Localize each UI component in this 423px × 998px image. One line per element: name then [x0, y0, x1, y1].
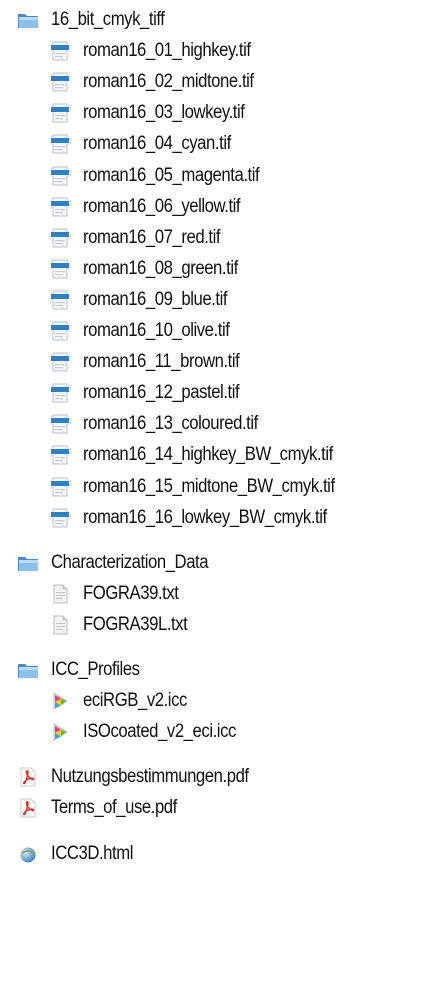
file-item[interactable]: roman16_08_green.tif	[49, 253, 259, 285]
file-item-label: Terms_of_use.pdf	[51, 797, 177, 819]
file-item[interactable]: roman16_16_lowkey_BW_cmyk.tif	[49, 502, 360, 534]
tif-file-icon	[49, 413, 71, 435]
file-item[interactable]: roman16_15_midtone_BW_cmyk.tif	[49, 471, 369, 503]
file-item-label: roman16_03_lowkey.tif	[83, 102, 245, 124]
file-item-label: roman16_01_highkey.tif	[83, 40, 251, 62]
folder-item-label: ICC_Profiles	[51, 659, 140, 680]
file-item[interactable]: roman16_11_brown.tif	[49, 346, 261, 378]
tif-file-icon	[49, 507, 71, 529]
file-item-label: roman16_07_red.tif	[83, 226, 221, 248]
file-item[interactable]: roman16_13_coloured.tif	[49, 408, 282, 440]
file-item[interactable]: Terms_of_use.pdf	[17, 792, 194, 824]
file-item[interactable]: roman16_04_cyan.tif	[49, 128, 251, 160]
file-item-label: FOGRA39.txt	[83, 582, 179, 604]
file-item[interactable]: roman16_07_red.tif	[49, 222, 239, 254]
folder-item-label: 16_bit_cmyk_tiff	[51, 9, 165, 30]
file-item[interactable]: Nutzungsbestimmungen.pdf	[17, 761, 276, 793]
tif-file-icon	[49, 289, 71, 311]
tif-file-icon	[49, 196, 71, 218]
file-item[interactable]: ICC3D.html	[17, 838, 144, 870]
file-item[interactable]: roman16_01_highkey.tif	[49, 35, 273, 67]
folder-icon	[17, 552, 39, 574]
file-item[interactable]: roman16_09_blue.tif	[49, 284, 247, 316]
file-item-label: Nutzungsbestimmungen.pdf	[51, 766, 249, 788]
file-item-label: FOGRA39L.txt	[83, 613, 188, 635]
file-item-label: roman16_02_midtone.tif	[83, 71, 254, 93]
file-item[interactable]: roman16_06_yellow.tif	[49, 191, 262, 223]
file-item[interactable]: roman16_14_highkey_BW_cmyk.tif	[49, 439, 367, 471]
pdf-file-icon	[17, 766, 39, 788]
folder-item[interactable]: ICC_Profiles	[17, 654, 152, 686]
file-item[interactable]: roman16_02_midtone.tif	[49, 66, 277, 98]
folder-item[interactable]: 16_bit_cmyk_tiff	[17, 4, 180, 36]
tif-file-icon	[49, 102, 71, 124]
folder-icon	[17, 659, 39, 681]
file-item[interactable]: FOGRA39L.txt	[49, 609, 202, 641]
tif-file-icon	[49, 444, 71, 466]
tif-file-icon	[49, 382, 71, 404]
tif-file-icon	[49, 320, 71, 342]
file-item-label: roman16_15_midtone_BW_cmyk.tif	[83, 475, 335, 497]
tif-file-icon	[49, 165, 71, 187]
tif-file-icon	[49, 476, 71, 498]
file-item[interactable]: roman16_03_lowkey.tif	[49, 97, 266, 129]
file-item-label: roman16_16_lowkey_BW_cmyk.tif	[83, 506, 327, 528]
file-item-label: roman16_14_highkey_BW_cmyk.tif	[83, 444, 333, 466]
file-item-label: ISOcoated_v2_eci.icc	[83, 721, 236, 743]
file-item-label: roman16_12_pastel.tif	[83, 382, 240, 404]
file-item[interactable]: roman16_05_magenta.tif	[49, 160, 283, 192]
icc-profile-icon	[49, 721, 71, 743]
file-item-label: eciRGB_v2.icc	[83, 690, 187, 712]
file-item[interactable]: ISOcoated_v2_eci.icc	[49, 716, 257, 748]
tif-file-icon	[49, 40, 71, 62]
file-item-label: roman16_10_olive.tif	[83, 320, 230, 341]
file-item[interactable]: FOGRA39.txt	[49, 578, 192, 610]
tif-file-icon	[49, 227, 71, 249]
folder-item[interactable]: Characterization_Data	[17, 547, 230, 579]
file-item[interactable]: roman16_10_olive.tif	[49, 315, 249, 347]
file-item-label: roman16_09_blue.tif	[83, 288, 228, 310]
file-item[interactable]: eciRGB_v2.icc	[49, 685, 201, 717]
icc-profile-icon	[49, 690, 71, 712]
file-item[interactable]: roman16_12_pastel.tif	[49, 377, 261, 409]
folder-icon	[17, 9, 39, 31]
tif-file-icon	[49, 351, 71, 373]
html-file-icon	[17, 843, 39, 865]
folder-item-label: Characterization_Data	[51, 551, 209, 573]
pdf-file-icon	[17, 797, 39, 819]
file-item-label: roman16_11_brown.tif	[83, 351, 240, 373]
txt-file-icon	[49, 614, 71, 636]
file-item-label: roman16_13_coloured.tif	[83, 413, 258, 435]
file-item-label: roman16_08_green.tif	[83, 257, 238, 279]
file-item-label: roman16_05_magenta.tif	[83, 164, 260, 186]
file-item-label: roman16_06_yellow.tif	[83, 195, 241, 217]
file-item-label: ICC3D.html	[51, 842, 134, 864]
tif-file-icon	[49, 71, 71, 93]
txt-file-icon	[49, 583, 71, 605]
tif-file-icon	[49, 133, 71, 155]
tif-file-icon	[49, 258, 71, 280]
file-item-label: roman16_04_cyan.tif	[83, 133, 231, 155]
